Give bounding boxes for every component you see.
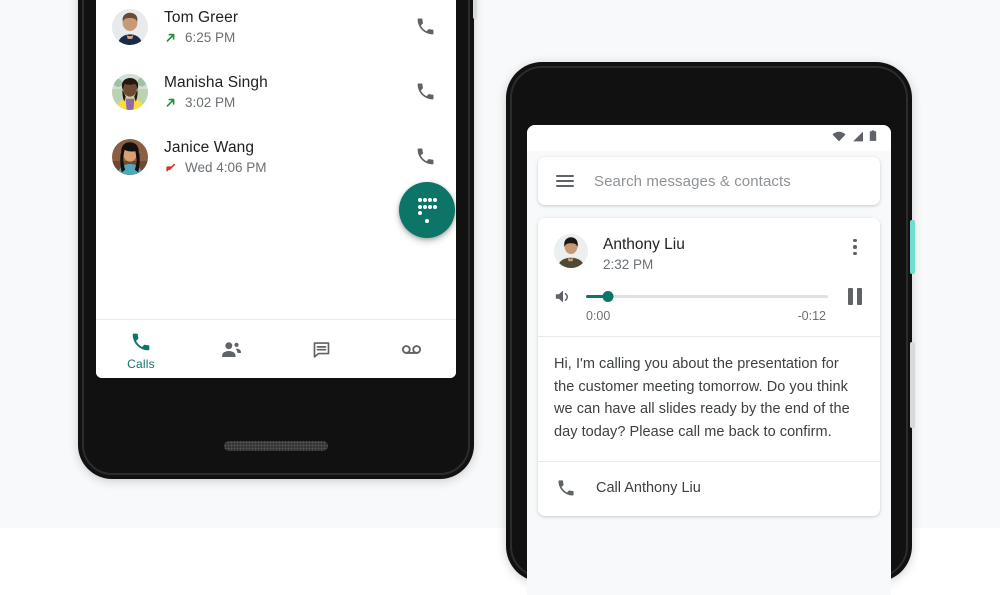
- voicemail-icon: [400, 338, 423, 360]
- wifi-icon: [832, 129, 846, 147]
- volume-up-icon[interactable]: [554, 288, 574, 305]
- messages-icon: [311, 338, 332, 360]
- right-phone-device: Search messages & contacts Anthony Liu 2…: [506, 62, 915, 595]
- playback-slider-thumb[interactable]: [602, 290, 614, 302]
- left-phone-device: Tom Greer 6:25 PM Manisha Singh 3:02 PM …: [78, 0, 477, 479]
- call-time: 6:25 PM: [185, 29, 236, 45]
- voicemail-time-row: 0:00 -0:12: [538, 305, 880, 336]
- screenshot-stage: Tom Greer 6:25 PM Manisha Singh 3:02 PM …: [0, 0, 1000, 595]
- call-time: Wed 4:06 PM: [185, 159, 267, 175]
- playback-slider-track: [586, 294, 828, 298]
- call-icon[interactable]: [412, 14, 438, 40]
- nav-item-calls-label: Calls: [127, 357, 155, 371]
- call-icon[interactable]: [412, 79, 438, 105]
- avatar: [112, 138, 148, 175]
- contacts-icon: [220, 338, 243, 360]
- call-contact-action-row[interactable]: Call Anthony Liu: [538, 461, 880, 516]
- voicemail-player-controls: [538, 273, 880, 305]
- voicemail-card-header: Anthony Liu 2:32 PM: [538, 218, 880, 273]
- search-input[interactable]: Search messages & contacts: [538, 157, 880, 205]
- avatar: [112, 8, 148, 45]
- call-icon: [130, 331, 152, 353]
- nav-item-contacts[interactable]: [186, 320, 276, 378]
- contact-name: Tom Greer: [164, 8, 239, 26]
- voicemail-card-headtext: Anthony Liu 2:32 PM: [603, 234, 844, 273]
- call-icon[interactable]: [412, 144, 438, 170]
- call-log-list: Tom Greer 6:25 PM Manisha Singh 3:02 PM …: [96, 0, 456, 189]
- call-meta: Wed 4:06 PM: [164, 160, 412, 176]
- more-vert-icon[interactable]: [844, 234, 866, 258]
- call-meta: 6:25 PM: [164, 30, 412, 46]
- voicemail-contact-name: Anthony Liu: [603, 236, 685, 253]
- call-icon: [554, 478, 578, 498]
- right-phone-screen: Search messages & contacts Anthony Liu 2…: [527, 125, 891, 595]
- call-log-row[interactable]: Tom Greer 6:25 PM: [96, 0, 456, 59]
- contact-name: Janice Wang: [164, 138, 255, 156]
- left-phone-power-button[interactable]: [473, 0, 477, 19]
- playback-slider[interactable]: [586, 287, 828, 305]
- left-phone-screen: Tom Greer 6:25 PM Manisha Singh 3:02 PM …: [96, 0, 456, 378]
- call-log-row[interactable]: Janice Wang Wed 4:06 PM: [96, 124, 456, 189]
- call-log-row-text: Tom Greer 6:25 PM: [164, 8, 412, 46]
- playback-elapsed-time: 0:00: [586, 309, 611, 323]
- nav-item-calls[interactable]: Calls: [96, 320, 186, 378]
- avatar: [112, 73, 148, 110]
- avatar: [554, 234, 588, 268]
- voicemail-timestamp: 2:32 PM: [603, 257, 654, 272]
- call-meta: 3:02 PM: [164, 95, 412, 111]
- call-log-row[interactable]: Manisha Singh 3:02 PM: [96, 59, 456, 124]
- battery-icon: [869, 129, 877, 147]
- right-phone-power-button[interactable]: [910, 220, 915, 274]
- bottom-navigation-bar: Calls: [96, 319, 456, 378]
- status-bar: [527, 125, 891, 151]
- arrow-missed-icon: [164, 161, 177, 174]
- contact-name: Manisha Singh: [164, 73, 268, 91]
- right-phone-volume-button[interactable]: [910, 342, 915, 428]
- left-phone-bottom-speaker: [224, 441, 328, 451]
- call-contact-action-label: Call Anthony Liu: [596, 480, 701, 496]
- search-placeholder-text: Search messages & contacts: [594, 172, 791, 190]
- voicemail-card: Anthony Liu 2:32 PM 0:00 -0:12 Hi, I'm c…: [538, 218, 880, 516]
- call-time: 3:02 PM: [185, 94, 236, 110]
- dialpad-fab-button[interactable]: [399, 182, 455, 238]
- signal-icon: [851, 129, 864, 147]
- dialpad-icon-star-dot: [425, 219, 429, 223]
- nav-item-messages[interactable]: [276, 320, 366, 378]
- nav-item-voicemail[interactable]: [366, 320, 456, 378]
- voicemail-transcript: Hi, I'm calling you about the presentati…: [538, 336, 880, 461]
- call-log-row-text: Manisha Singh 3:02 PM: [164, 73, 412, 111]
- pause-icon[interactable]: [844, 287, 866, 305]
- playback-remaining-time: -0:12: [797, 309, 827, 323]
- call-log-row-text: Janice Wang Wed 4:06 PM: [164, 138, 412, 176]
- arrow-outgoing-icon: [164, 31, 177, 44]
- hamburger-menu-icon[interactable]: [556, 175, 574, 187]
- arrow-outgoing-icon: [164, 96, 177, 109]
